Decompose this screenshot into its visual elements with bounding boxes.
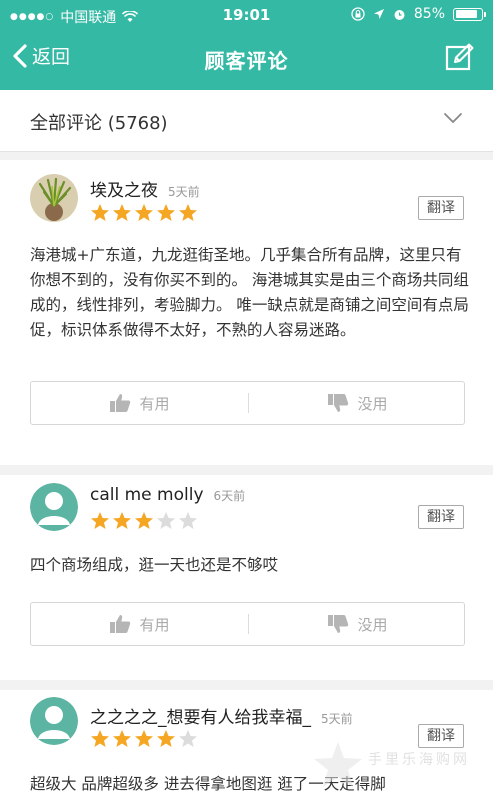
reviewer-name[interactable]: 之之之之_想要有人给我幸福_ 5天前 [90, 703, 353, 728]
star-filled-icon [91, 204, 109, 221]
useless-label: 没用 [357, 394, 388, 413]
battery-percent: 85% [413, 6, 445, 22]
star-filled-icon [113, 204, 131, 221]
review-time: 6天前 [213, 489, 246, 503]
star-empty-icon [157, 512, 175, 529]
default-avatar-image [30, 697, 78, 745]
reviewer-name-text: 之之之之_想要有人给我幸福_ [90, 708, 311, 728]
thumbs-up-icon [110, 615, 131, 633]
star-filled-icon [91, 512, 109, 529]
star-filled-icon [157, 730, 175, 747]
review-text: 海港城+广东道，九龙逛街圣地。几乎集合所有品牌，这里只有你想不到的，没有你买不到… [30, 246, 469, 339]
write-review-button[interactable] [445, 42, 475, 76]
review-filter-dropdown[interactable]: 全部评论 (5768) [0, 90, 493, 152]
star-filled-icon [135, 204, 153, 221]
star-filled-icon [135, 730, 153, 747]
header-bar: ●●●●○ 中国联通 19:01 85% 返回 顾客评论 [0, 0, 493, 90]
chevron-down-icon [444, 113, 462, 123]
useful-label: 有用 [139, 394, 170, 413]
review-time: 5天前 [168, 185, 200, 199]
status-right: 85% [351, 6, 486, 22]
star-empty-icon [179, 512, 197, 529]
lock-rotation-icon [351, 7, 365, 21]
rating-stars [90, 203, 198, 223]
useful-button[interactable]: 有用 [31, 603, 248, 645]
nav-bar: 返回 顾客评论 [0, 30, 493, 90]
vote-bar: 有用 没用 [30, 381, 465, 425]
page-title: 顾客评论 [204, 49, 289, 73]
rating-stars [90, 729, 198, 749]
watermark-star-icon [314, 742, 362, 787]
filter-label: 全部评论 (5768) [30, 113, 168, 134]
thumbs-down-icon [328, 394, 349, 412]
star-filled-icon [157, 204, 175, 221]
star-filled-icon [91, 730, 109, 747]
star-filled-icon [135, 512, 153, 529]
vote-bar: 有用 没用 [30, 602, 465, 646]
reviewer-name[interactable]: 埃及之夜 5天前 [90, 176, 200, 201]
watermark-text: 手里乐海购网 [368, 752, 470, 768]
thumbs-down-icon [328, 615, 349, 633]
review-card: 埃及之夜 5天前 翻译 海港城+广东道，九龙逛街圣地。几乎集合所有品牌，这里只有你… [0, 160, 493, 465]
review-card: call me molly 6天前 翻译 四个商场组成，逛一天也还是不够哎 有用 … [0, 475, 493, 680]
plant-avatar-image [30, 174, 78, 222]
star-empty-icon [179, 730, 197, 747]
thumbs-up-icon [110, 394, 131, 412]
battery-level [455, 10, 477, 18]
avatar [30, 483, 78, 531]
useful-button[interactable]: 有用 [31, 382, 248, 424]
battery-icon [453, 7, 486, 21]
useful-label: 有用 [139, 615, 170, 634]
default-avatar-image [30, 483, 78, 531]
location-icon [373, 9, 384, 19]
useless-button[interactable]: 没用 [249, 603, 466, 645]
review-text: 四个商场组成，逛一天也还是不够哎 [30, 556, 279, 574]
translate-button[interactable]: 翻译 [418, 505, 464, 529]
star-filled-icon [179, 204, 197, 221]
avatar [30, 697, 78, 745]
status-bar: ●●●●○ 中国联通 19:01 85% [0, 0, 493, 30]
watermark: 手里乐海购网 [310, 740, 490, 790]
star-filled-icon [113, 512, 131, 529]
star-filled-icon [113, 730, 131, 747]
useless-button[interactable]: 没用 [249, 382, 466, 424]
edit-icon [445, 43, 474, 71]
translate-button[interactable]: 翻译 [418, 196, 464, 220]
rating-stars [90, 511, 198, 531]
reviewer-name[interactable]: call me molly 6天前 [90, 485, 245, 505]
alarm-icon [394, 9, 405, 20]
useless-label: 没用 [357, 615, 388, 634]
reviewer-name-text: call me molly [90, 485, 204, 505]
review-time: 5天前 [321, 712, 353, 726]
reviewer-name-text: 埃及之夜 [90, 181, 158, 201]
avatar [30, 174, 78, 222]
